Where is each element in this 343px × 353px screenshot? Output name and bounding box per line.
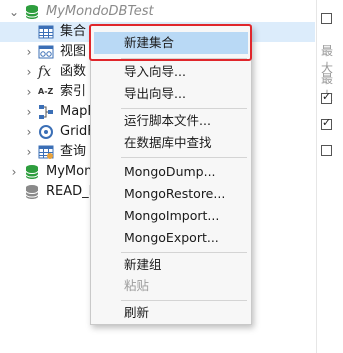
menu-item-label: 导入向导... <box>124 64 186 79</box>
mapreduce-icon <box>39 105 53 119</box>
menu-item-label: 新建集合 <box>124 35 175 50</box>
tree-item-label: 函数 <box>60 64 87 79</box>
menu-item-label: 刷新 <box>124 305 150 320</box>
chevron-right-icon[interactable]: › <box>24 82 34 102</box>
menu-item-new-collection[interactable]: 新建集合 <box>94 32 248 54</box>
menu-item-label: MongoDump... <box>124 164 216 179</box>
index-icon: A-Z <box>38 87 54 96</box>
menu-item-label: 粘贴 <box>124 278 150 293</box>
database-icon <box>25 165 39 179</box>
chevron-right-icon[interactable]: › <box>24 102 34 122</box>
menu-separator <box>121 252 247 253</box>
menu-item-mongodump[interactable]: MongoDump... <box>91 161 251 183</box>
tree-item-label: 视图 <box>60 44 87 59</box>
panel-checkbox-2[interactable] <box>321 90 332 104</box>
menu-separator <box>121 157 247 158</box>
menu-item-paste: 粘贴 <box>91 275 251 297</box>
database-icon <box>25 185 39 199</box>
tree-item-label: 索引 <box>60 84 87 99</box>
panel-checkbox-1[interactable] <box>321 13 332 24</box>
gridfs-icon <box>39 125 53 139</box>
chevron-right-icon[interactable]: › <box>9 162 19 182</box>
connection-node-mymondodbtest[interactable]: ⌄ MyMondoDBTest <box>0 2 315 22</box>
menu-item-label: 新建组 <box>124 257 162 272</box>
menu-separator <box>121 58 247 59</box>
context-menu: 新建集合 导入向导... 导出向导... 运行脚本文件... 在数据库中查找 M… <box>90 25 252 325</box>
menu-item-mongorestore[interactable]: MongoRestore... <box>91 183 251 205</box>
chevron-down-icon[interactable]: ⌄ <box>9 2 19 22</box>
menu-item-export-wizard[interactable]: 导出向导... <box>91 83 251 105</box>
query-icon <box>38 145 54 159</box>
menu-separator <box>121 300 247 301</box>
menu-separator <box>121 108 247 109</box>
connection-label: MyMondoDBTest <box>46 4 154 19</box>
menu-item-import-wizard[interactable]: 导入向导... <box>91 61 251 83</box>
menu-item-mongoimport[interactable]: MongoImport... <box>91 205 251 227</box>
chevron-right-icon[interactable]: › <box>24 122 34 142</box>
menu-item-label: 导出向导... <box>124 86 186 101</box>
menu-item-refresh[interactable]: 刷新 <box>91 302 251 324</box>
tree-item-label: 集合 <box>60 24 87 39</box>
menu-item-label: MongoExport... <box>124 230 219 245</box>
menu-item-label: MongoImport... <box>124 208 220 223</box>
menu-item-new-group[interactable]: 新建组 <box>91 254 251 276</box>
chevron-right-icon[interactable]: › <box>24 142 34 162</box>
table-grid-icon <box>38 25 54 39</box>
menu-item-label: 在数据库中查找 <box>124 135 212 150</box>
menu-item-find-in-database[interactable]: 在数据库中查找 <box>91 132 251 154</box>
tree-item-label: 查询 <box>60 144 87 159</box>
menu-item-label: 运行脚本文件... <box>124 113 211 128</box>
menu-item-mongoexport[interactable]: MongoExport... <box>91 227 251 249</box>
panel-checkbox-3[interactable] <box>321 116 332 130</box>
database-icon <box>25 5 39 19</box>
chevron-right-icon[interactable]: › <box>24 62 34 82</box>
menu-item-label: MongoRestore... <box>124 186 226 201</box>
view-icon <box>38 45 54 59</box>
chevron-right-icon[interactable]: › <box>24 42 34 62</box>
panel-checkbox-4[interactable] <box>321 145 332 156</box>
properties-panel: 最大 最大 <box>316 0 343 353</box>
menu-item-run-script[interactable]: 运行脚本文件... <box>91 110 251 132</box>
function-icon: fx <box>38 64 52 80</box>
